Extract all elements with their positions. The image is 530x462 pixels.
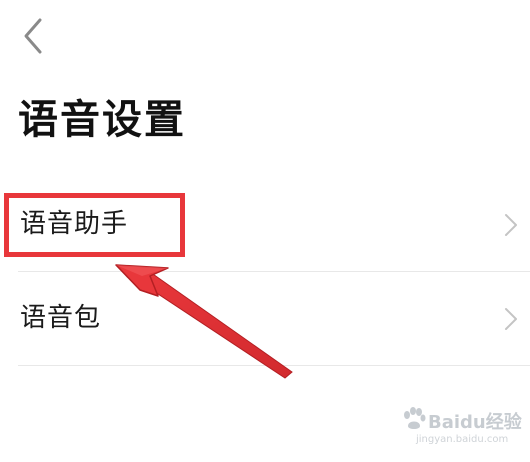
- watermark-url: jingyan.baidu.com: [416, 434, 509, 445]
- back-button[interactable]: [14, 14, 54, 58]
- list-item-voice-assistant[interactable]: 语音助手: [18, 178, 530, 272]
- chevron-right-icon: [504, 213, 518, 237]
- watermark-brand: Baidu经验: [428, 412, 522, 433]
- settings-list: 语音助手 语音包: [0, 178, 530, 366]
- list-item-label: 语音包: [20, 303, 102, 333]
- paw-icon: [404, 407, 426, 429]
- watermark: Baidu经验 jingyan.baidu.com: [402, 404, 522, 456]
- chevron-left-icon: [24, 18, 42, 54]
- page-title: 语音设置: [18, 97, 186, 143]
- list-item-voice-pack[interactable]: 语音包: [18, 272, 530, 366]
- list-item-label: 语音助手: [20, 209, 129, 239]
- chevron-right-icon: [504, 307, 518, 331]
